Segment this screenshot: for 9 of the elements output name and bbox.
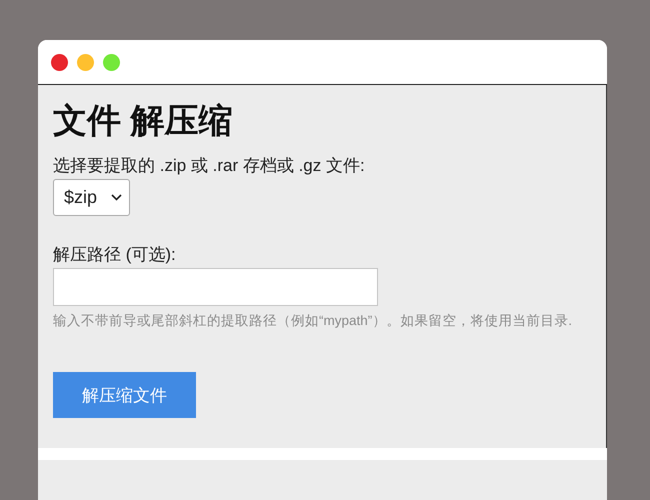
hint-text: 输入不带前导或尾部斜杠的提取路径（例如“mypath”）。如果留空，将使用当前目录.	[53, 312, 572, 330]
page-heading: 文件 解压缩	[53, 101, 232, 142]
path-input[interactable]	[53, 268, 378, 306]
archive-dropdown[interactable]: $zip	[53, 179, 130, 216]
window-control-button[interactable]	[51, 54, 68, 70]
extract-button[interactable]: 解压缩文件	[53, 372, 196, 418]
field-label: 选择要提取的 .zip 或 .rar 存档或 .gz 文件:	[53, 155, 365, 177]
chevron-icon	[111, 194, 122, 201]
field-label: 解压路径 (可选):	[53, 244, 176, 266]
